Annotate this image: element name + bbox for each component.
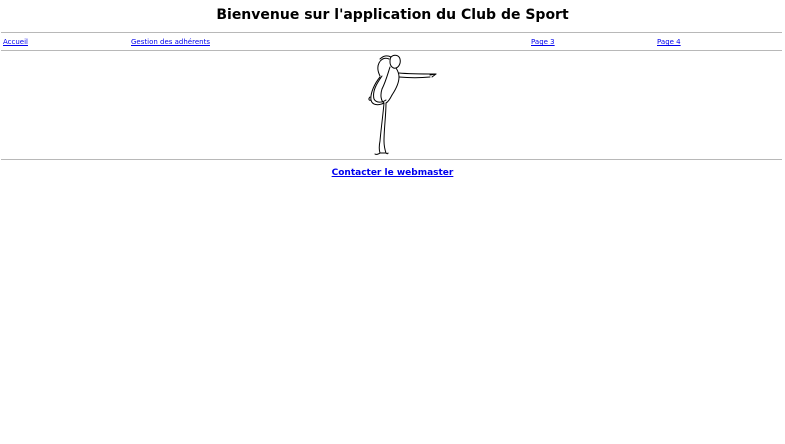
- nav-link-gestion-adherents[interactable]: Gestion des adhérents: [131, 38, 210, 47]
- dancer-illustration-icon: [368, 54, 437, 155]
- footer-divider: [1, 159, 782, 160]
- footer: Contacter le webmaster: [0, 168, 785, 179]
- nav-bottom-divider: [1, 50, 782, 51]
- nav-top-divider: [1, 32, 782, 33]
- contact-webmaster-link[interactable]: Contacter le webmaster: [332, 168, 454, 178]
- nav-link-page-4[interactable]: Page 4: [657, 38, 681, 47]
- page-title: Bienvenue sur l'application du Club de S…: [216, 7, 569, 23]
- nav-link-accueil[interactable]: Accueil: [3, 38, 28, 47]
- nav-link-page-3[interactable]: Page 3: [531, 38, 555, 47]
